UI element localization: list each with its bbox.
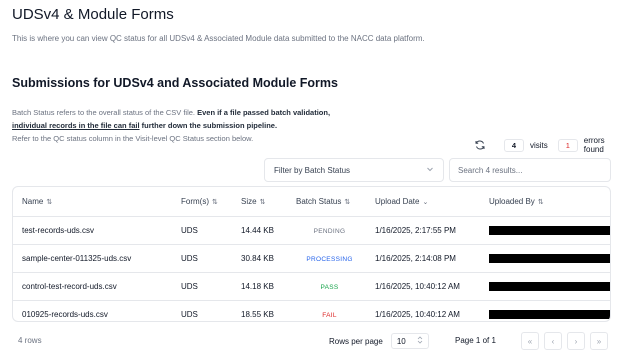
row-count: 4 rows	[18, 336, 42, 345]
table-header-row: Name ⇅ Form(s) ⇅ Size ⇅ Batch Status ⇅ Uploa…	[13, 187, 610, 217]
column-header-name[interactable]: Name ⇅	[13, 187, 181, 217]
redacted-uploader	[489, 254, 610, 264]
size-cell: 18.55 KB	[241, 310, 274, 319]
submissions-table: Name ⇅ Form(s) ⇅ Size ⇅ Batch Status ⇅ Uploa…	[12, 186, 611, 322]
note-text: Batch Status refers to the overall statu…	[12, 108, 198, 117]
errors-count-badge: 1	[557, 138, 578, 152]
refresh-icon[interactable]	[474, 139, 486, 151]
page-description: This is where you can view QC status for…	[12, 34, 425, 43]
rows-per-page: Rows per page 10	[329, 333, 429, 349]
note-bold-text: Even if a file passed batch validation,	[197, 108, 331, 117]
redacted-uploader	[489, 226, 610, 236]
uploaded-by-cell	[489, 272, 610, 301]
batch-status-cell: PROCESSING	[296, 244, 375, 273]
uploaded-by-cell	[489, 301, 610, 322]
submission-counts: 4 visits 1 errors found	[474, 136, 624, 154]
file-name-cell: control-test-record-uds.csv	[13, 272, 181, 301]
table-row[interactable]: 010925-records-uds.csv UDS 18.55 KB FAIL 1/1…	[13, 301, 610, 322]
batch-status-badge: PENDING	[313, 228, 346, 235]
size-cell: 30.84 KB	[241, 244, 296, 273]
column-header-upload-date[interactable]: Upload Date ⌄	[375, 187, 489, 217]
sort-icon: ⇅	[46, 199, 53, 206]
visits-count-badge: 4	[504, 138, 524, 152]
section-title: Submissions for UDSv4 and Associated Mod…	[12, 76, 338, 90]
size-cell: 14.44 KB	[241, 216, 296, 245]
file-name-cell: test-records-uds.csv	[13, 216, 181, 245]
upload-date-cell: 1/16/2025, 2:14:08 PM	[375, 244, 489, 273]
sort-icon: ⇅	[212, 199, 218, 206]
errors-label: errors found	[583, 136, 605, 154]
uploaded-by-cell	[489, 244, 610, 273]
sort-icon: ⇅	[344, 199, 351, 206]
note-bold-text-2: further down the submission pipeline.	[139, 121, 278, 130]
prev-page-button[interactable]: ‹	[544, 332, 562, 350]
pagination: « ‹ › »	[521, 332, 608, 350]
rows-per-page-value: 10	[396, 336, 406, 346]
chevron-right-icon: ›	[574, 336, 578, 346]
forms-cell: UDS	[181, 216, 241, 245]
note-text-2: Refer to the QC status column in the Vis…	[12, 134, 254, 143]
upload-date-cell: 1/16/2025, 2:17:55 PM	[375, 216, 489, 245]
forms-cell: UDS	[181, 272, 241, 301]
file-name-cell: sample-center-011325-uds.csv	[13, 244, 181, 273]
upload-date-cell: 1/16/2025, 10:40:12 AM	[375, 272, 489, 301]
batch-status-badge: PROCESSING	[306, 256, 353, 263]
column-header-uploaded-by[interactable]: Uploaded By ⇅	[489, 187, 610, 217]
page-info: Page 1 of 1	[455, 336, 496, 345]
batch-status-cell: PASS	[296, 272, 375, 301]
chevrons-right-icon: »	[596, 336, 602, 346]
search-input[interactable]	[449, 158, 611, 182]
batch-status-cell: FAIL	[296, 301, 375, 322]
upload-date-cell: 1/16/2025, 10:40:12 AM	[375, 310, 460, 319]
batch-status-filter-label: Filter by Batch Status	[274, 165, 351, 175]
batch-status-cell: PENDING	[296, 216, 375, 245]
file-name-cell: 010925-records-uds.csv	[22, 310, 108, 319]
column-header-forms[interactable]: Form(s) ⇅	[181, 187, 241, 217]
redacted-uploader	[489, 282, 610, 292]
batch-status-filter[interactable]: Filter by Batch Status	[264, 158, 444, 182]
batch-status-badge: PASS	[320, 284, 339, 291]
sort-icon: ⇅	[537, 199, 544, 206]
table-row[interactable]: sample-center-011325-uds.csv UDS 30.84 KB P…	[13, 244, 610, 273]
table-row[interactable]: control-test-record-uds.csv UDS 14.18 KB PA…	[13, 272, 610, 301]
rows-per-page-select[interactable]: 10	[390, 333, 429, 349]
batch-status-note: Batch Status refers to the overall statu…	[12, 106, 352, 145]
column-header-batch-status[interactable]: Batch Status ⇅	[296, 187, 375, 217]
visits-label: visits	[530, 140, 548, 150]
uploaded-by-cell	[489, 216, 610, 245]
forms-cell: UDS	[181, 310, 198, 319]
chevron-down-icon	[426, 165, 434, 175]
table-row[interactable]: test-records-uds.csv UDS 14.44 KB PENDING 1/…	[13, 216, 610, 245]
redacted-uploader	[489, 310, 610, 320]
size-cell: 14.18 KB	[241, 272, 296, 301]
forms-cell: UDS	[181, 244, 241, 273]
rows-per-page-label: Rows per page	[329, 336, 383, 346]
page-title: UDSv4 & Module Forms	[12, 6, 174, 23]
column-header-size[interactable]: Size ⇅	[241, 187, 296, 217]
next-page-button[interactable]: ›	[567, 332, 585, 350]
sort-desc-icon: ⌄	[422, 199, 429, 206]
sort-icon: ⇅	[259, 199, 266, 206]
batch-status-badge: FAIL	[322, 312, 337, 319]
chevron-updown-icon	[417, 336, 423, 346]
chevrons-left-icon: «	[527, 336, 533, 346]
first-page-button[interactable]: «	[521, 332, 539, 350]
last-page-button[interactable]: »	[590, 332, 608, 350]
chevron-left-icon: ‹	[551, 336, 555, 346]
note-underlined-text: individual records in the file can fail	[12, 121, 140, 130]
